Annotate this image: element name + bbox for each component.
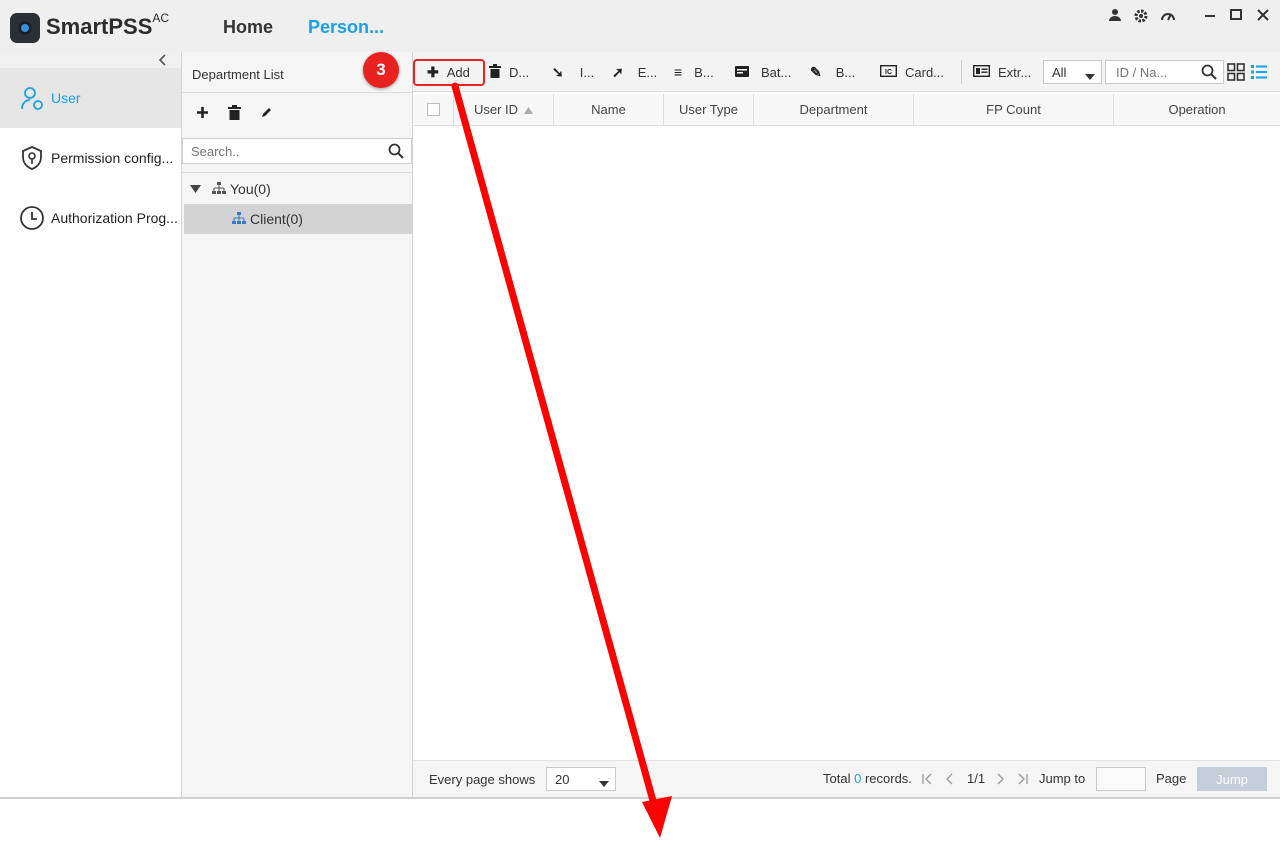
sidebar-item-label: Authorization Prog... (51, 210, 178, 226)
column-header-name[interactable]: Name (554, 94, 664, 126)
column-header-user-id[interactable]: User ID (454, 94, 554, 126)
column-header-department[interactable]: Department (754, 94, 914, 126)
department-search-input[interactable] (189, 142, 379, 160)
pagination-footer: Every page shows 20 Total 0 records. 1/1… (413, 760, 1280, 798)
clock-icon (20, 206, 44, 230)
pencil-icon: ✎ (810, 63, 822, 80)
svg-text:IC: IC (885, 69, 892, 76)
divider (182, 172, 412, 173)
minimize-icon[interactable] (1204, 8, 1216, 25)
delete-button[interactable]: D... (489, 61, 529, 83)
user-icon[interactable] (1108, 8, 1122, 25)
add-department-icon[interactable] (196, 106, 209, 122)
import-arrow-icon: ➘ (552, 63, 564, 80)
tree-node-label: You(0) (230, 181, 271, 197)
trash-icon (489, 63, 501, 81)
collapse-bar (0, 52, 181, 68)
annotation-step-badge: 3 (363, 52, 399, 88)
page-size-select[interactable]: 20 (546, 767, 616, 791)
import-button[interactable]: ➘ I... (552, 61, 594, 83)
card-button[interactable]: IC Card... (879, 61, 944, 83)
jump-page-input[interactable] (1096, 767, 1146, 791)
tree-node-you[interactable]: You(0) (184, 174, 412, 204)
user-settings-icon (21, 87, 43, 110)
department-list-title: Department List (192, 67, 284, 82)
tab-person[interactable]: Person... (308, 17, 384, 38)
sidebar-item-label: User (51, 90, 81, 106)
org-tree-icon (212, 181, 226, 197)
maximize-icon[interactable] (1230, 8, 1242, 25)
id-card-icon (972, 64, 991, 80)
column-header-user-type[interactable]: User Type (664, 94, 754, 126)
batch-edit-button[interactable]: ✎ B... (810, 61, 855, 83)
speed-gauge-icon[interactable] (1160, 8, 1176, 25)
batch-add-button[interactable]: ≡ B... (674, 61, 714, 83)
left-nav: User Permission config... Authorization … (0, 52, 182, 798)
next-page-icon[interactable] (997, 773, 1005, 788)
batch-card-button[interactable]: Bat... (735, 61, 791, 83)
main-panel: ✚ Add D... ➘ I... ➚ E... ≡ B... Bat... ✎ B...… (413, 52, 1280, 798)
jump-to-label: Jump to (1039, 771, 1086, 786)
previous-page-icon[interactable] (945, 773, 953, 788)
tree-node-client[interactable]: Client(0) (184, 204, 412, 234)
column-header-fp-count[interactable]: FP Count (914, 94, 1114, 126)
export-button[interactable]: ➚ E... (612, 61, 657, 83)
card-issue-icon (735, 64, 749, 80)
department-panel: Department List You(0) Client(0) (182, 52, 413, 798)
search-icon[interactable] (1201, 64, 1217, 83)
window-controls (1100, 8, 1280, 26)
select-all-checkbox[interactable] (426, 103, 440, 116)
toolbar-divider (961, 60, 962, 84)
collapse-chevron-icon[interactable] (158, 54, 168, 69)
every-page-label: Every page shows (429, 772, 536, 787)
dropdown-arrow-icon (599, 776, 609, 791)
sidebar-item-label: Permission config... (51, 150, 174, 166)
annotation-highlight-box (413, 59, 485, 86)
user-filter-select[interactable]: All (1043, 60, 1102, 84)
page-label: Page (1156, 771, 1187, 786)
toolbar: ✚ Add D... ➘ I... ➚ E... ≡ B... Bat... ✎ B...… (413, 52, 1280, 92)
grid-view-icon[interactable] (1227, 63, 1245, 84)
first-page-icon[interactable] (922, 773, 933, 788)
org-tree-icon (232, 211, 246, 227)
total-records-text: Total 0 records. (823, 771, 912, 786)
user-search-input[interactable] (1114, 64, 1194, 80)
shield-key-icon (22, 146, 42, 170)
window-bottom-border (0, 797, 1280, 799)
dropdown-arrow-icon (1085, 69, 1095, 84)
divider (182, 92, 412, 93)
page-indicator: 1/1 (967, 771, 986, 786)
list-add-icon: ≡ (674, 64, 683, 80)
tree-node-label: Client(0) (250, 211, 303, 227)
extract-button[interactable]: Extr... (972, 61, 1031, 83)
app-brand: SmartPSSAC (46, 10, 170, 39)
jump-button[interactable]: Jump (1197, 767, 1267, 791)
sidebar-item-permission-config[interactable]: Permission config... (0, 128, 181, 188)
tab-home[interactable]: Home (223, 17, 273, 38)
title-bar: SmartPSSAC Home Person... (0, 0, 1280, 52)
user-search-field[interactable] (1105, 60, 1224, 84)
list-view-icon[interactable] (1250, 63, 1268, 84)
expand-triangle-icon[interactable] (190, 181, 204, 197)
column-header-operation: Operation (1114, 94, 1280, 126)
close-icon[interactable] (1257, 8, 1269, 25)
edit-department-icon[interactable] (260, 106, 273, 122)
select-all-cell (413, 94, 454, 126)
delete-department-icon[interactable] (228, 105, 241, 123)
last-page-icon[interactable] (1017, 773, 1028, 788)
sort-ascending-icon (524, 102, 534, 117)
department-search-field[interactable] (182, 138, 412, 164)
app-logo-icon (10, 13, 40, 43)
export-arrow-icon: ➚ (612, 63, 624, 80)
settings-icon[interactable] (1133, 8, 1149, 27)
sidebar-item-user[interactable]: User (0, 68, 181, 128)
ic-card-icon: IC (879, 64, 898, 80)
sidebar-item-authorization-progress[interactable]: Authorization Prog... (0, 188, 181, 248)
search-icon[interactable] (388, 143, 404, 162)
